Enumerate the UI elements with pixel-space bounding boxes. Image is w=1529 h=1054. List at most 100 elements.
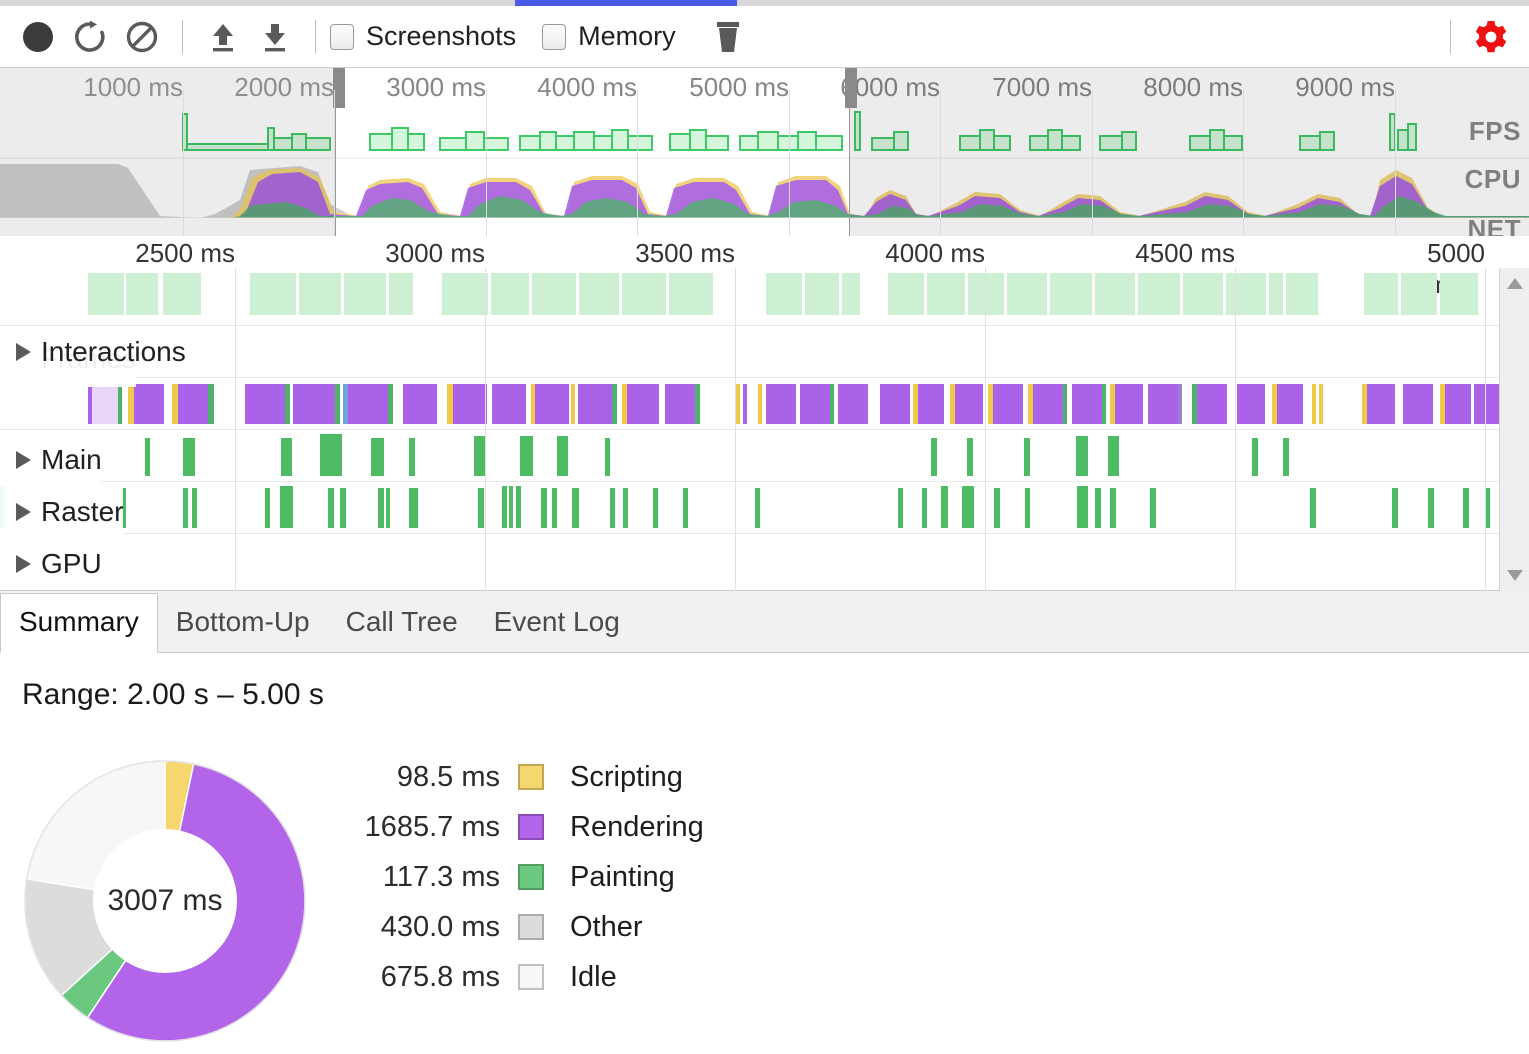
legend-value-other: 430.0 ms	[380, 910, 500, 943]
track-empty-area	[0, 534, 1500, 591]
legend-swatch-painting	[518, 864, 544, 890]
overview-graphs	[0, 108, 1529, 236]
flamechart-tick-1: 3000 ms	[385, 238, 485, 268]
track-main[interactable]: Main	[0, 378, 1500, 485]
flamechart-tick-0: 2500 ms	[135, 238, 235, 268]
trash-icon[interactable]	[702, 11, 754, 63]
overview-track-label-fps: FPS	[1468, 116, 1521, 146]
timeline-flamechart[interactable]: 2500 ms 3000 ms 3500 ms 4000 ms 4500 ms 5000 …	[0, 236, 1529, 591]
overview-gridline-3	[637, 90, 638, 236]
chevron-right-icon-raster[interactable]	[16, 502, 31, 521]
scroll-up-arrow-icon[interactable]	[1507, 278, 1523, 289]
reload-and-record-button[interactable]	[64, 11, 116, 63]
gear-icon[interactable]	[1465, 11, 1517, 63]
legend-swatch-other	[518, 914, 544, 940]
tab-bottom-up[interactable]: Bottom-Up	[158, 594, 328, 652]
flamechart-gridline-5	[1485, 268, 1486, 591]
legend-swatch-idle	[518, 964, 544, 990]
flamechart-ruler[interactable]: 2500 ms 3000 ms 3500 ms 4000 ms 4500 ms 5000 …	[0, 236, 1529, 299]
overview-selection-handle-right[interactable]	[845, 68, 857, 108]
chevron-right-icon-main[interactable]	[16, 450, 31, 469]
overview-gridline-6	[1092, 90, 1093, 236]
overview-gridline-0	[183, 90, 184, 236]
memory-label: Memory	[578, 21, 676, 51]
flamechart-gridline-2	[735, 268, 736, 591]
overview-tick-4: 5000 ms	[689, 72, 789, 102]
chevron-right-icon-gpu[interactable]	[16, 554, 31, 573]
track-title-gpu[interactable]: GPU	[0, 538, 102, 589]
tab-event-log[interactable]: Event Log	[476, 594, 638, 652]
legend-swatch-scripting	[518, 764, 544, 790]
overview-tick-8: 9000 ms	[1295, 72, 1395, 102]
legend-value-painting: 117.3 ms	[382, 860, 500, 893]
overview-ruler[interactable]: 1000 ms 2000 ms 3000 ms 4000 ms 5000 ms 6000 …	[0, 68, 1529, 108]
range-label: Range: 2.00 s – 5.00 s	[22, 678, 324, 711]
legend-row-idle[interactable]: 675.8 ms Idle	[340, 952, 704, 1002]
performance-toolbar: Screenshots Memory	[0, 6, 1529, 68]
load-profile-button[interactable]	[197, 11, 249, 63]
flamechart-tick-2: 3500 ms	[635, 238, 735, 268]
track-title-raster[interactable]: Raster	[0, 486, 124, 537]
legend-label-other: Other	[570, 910, 643, 943]
screenshots-checkbox-box[interactable]	[330, 23, 354, 50]
donut-center-total: 3007 ms	[107, 884, 223, 917]
overview-gridline-4	[789, 90, 790, 236]
timeline-overview[interactable]: 1000 ms 2000 ms 3000 ms 4000 ms 5000 ms 6000 …	[0, 68, 1529, 244]
scroll-down-arrow-icon[interactable]	[1507, 570, 1523, 581]
legend-value-scripting: 98.5 ms	[396, 760, 500, 793]
overview-tick-0: 1000 ms	[83, 72, 183, 102]
legend-row-painting[interactable]: 117.3 ms Painting	[340, 852, 704, 902]
track-title-main[interactable]: Main	[0, 434, 102, 485]
flamechart-tick-3: 4000 ms	[885, 238, 985, 268]
flamechart-gridline-0	[235, 268, 236, 591]
toolbar-divider-2	[315, 19, 316, 54]
memory-checkbox[interactable]: Memory	[542, 21, 676, 52]
flamechart-scrollbar[interactable]	[1499, 268, 1529, 591]
legend-swatch-rendering	[518, 814, 544, 840]
legend-row-scripting[interactable]: 98.5 ms Scripting	[340, 752, 704, 802]
legend-row-other[interactable]: 430.0 ms Other	[340, 902, 704, 952]
overview-cpu-track	[0, 164, 1529, 218]
summary-legend: 98.5 ms Scripting 1685.7 ms Rendering 117.3 …	[340, 752, 704, 1002]
legend-label-idle: Idle	[570, 960, 617, 993]
screenshots-label: Screenshots	[366, 21, 517, 51]
toolbar-divider-1	[182, 19, 183, 54]
track-interactions[interactable]: Interactions	[0, 326, 1500, 378]
flamechart-gridline-3	[985, 268, 986, 591]
overview-gridline-5	[940, 90, 941, 236]
clear-button[interactable]	[116, 11, 168, 63]
track-frames[interactable]: Frames	[0, 268, 1500, 387]
flamechart-gridline-4	[1235, 268, 1236, 591]
track-raster-bars	[145, 434, 1289, 476]
screenshots-checkbox[interactable]: Screenshots	[330, 21, 516, 52]
flamechart-tick-4: 4500 ms	[1135, 238, 1235, 268]
legend-label-scripting: Scripting	[570, 760, 683, 793]
overview-fps-track	[0, 108, 1529, 158]
track-label-raster: Raster	[41, 495, 124, 527]
overview-gridline-7	[1243, 90, 1244, 236]
overview-tick-1: 2000 ms	[234, 72, 334, 102]
legend-label-rendering: Rendering	[570, 810, 704, 843]
legend-row-rendering[interactable]: 1685.7 ms Rendering	[340, 802, 704, 852]
memory-checkbox-box[interactable]	[542, 23, 567, 50]
record-button[interactable]	[12, 11, 64, 63]
track-gpu-bars	[0, 486, 1490, 528]
track-raster[interactable]: Raster	[0, 430, 1500, 537]
save-profile-button[interactable]	[249, 11, 301, 63]
track-gpu[interactable]: GPU	[0, 482, 1500, 589]
legend-label-painting: Painting	[570, 860, 675, 893]
details-tabbar: Summary Bottom-Up Call Tree Event Log	[0, 591, 1529, 653]
track-label-gpu: GPU	[41, 547, 102, 579]
summary-donut-chart: 3007 ms	[22, 758, 308, 1044]
tab-summary[interactable]: Summary	[0, 593, 158, 653]
toolbar-divider-3	[1450, 19, 1451, 54]
track-label-main: Main	[41, 443, 102, 475]
overview-tick-2: 3000 ms	[386, 72, 486, 102]
tab-call-tree[interactable]: Call Tree	[328, 594, 476, 652]
overview-gridline-2	[486, 90, 487, 236]
overview-tick-3: 4000 ms	[537, 72, 637, 102]
chevron-right-icon-interactions[interactable]	[16, 342, 31, 361]
overview-tick-6: 7000 ms	[992, 72, 1092, 102]
legend-value-idle: 675.8 ms	[380, 960, 500, 993]
track-title-interactions[interactable]: Interactions	[0, 326, 186, 377]
